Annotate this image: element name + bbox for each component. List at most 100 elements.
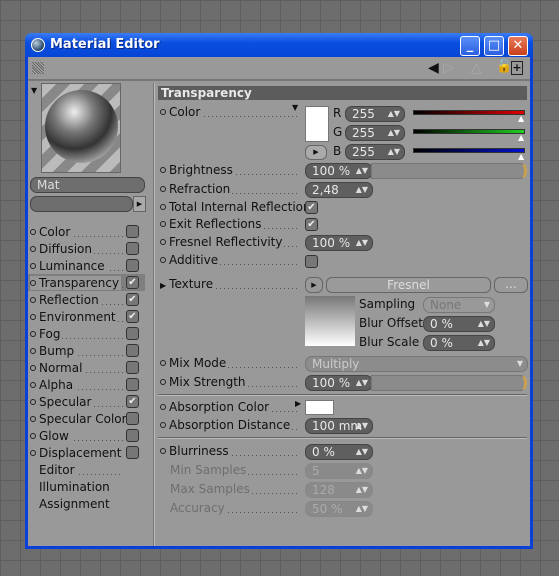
spinner-arrows-icon[interactable]: ▲▼ (388, 107, 400, 121)
channel-item-normal[interactable]: Normal (28, 359, 145, 376)
sampling-dropdown[interactable]: None ▼ (423, 297, 495, 313)
expand-arrow-icon[interactable]: ▶ (133, 196, 146, 212)
animation-dot-icon[interactable] (30, 382, 36, 388)
animation-dot-icon[interactable] (160, 109, 166, 115)
up-arrow-icon[interactable]: △ (471, 60, 482, 76)
animation-dot-icon[interactable] (30, 433, 36, 439)
exit-reflections-checkbox[interactable]: ✔ (305, 218, 318, 231)
channel-checkbox[interactable] (126, 412, 139, 425)
animation-dot-icon[interactable] (160, 221, 166, 227)
spinner-arrows-icon[interactable]: ▲▼ (356, 236, 368, 250)
shader-button[interactable]: Fresnel (326, 277, 491, 293)
spinner-arrows-icon[interactable]: ▲▼ (356, 183, 368, 197)
absorption-color-expand-icon[interactable]: ▶ (295, 399, 301, 408)
channel-item-color[interactable]: Color (28, 223, 145, 240)
mix-mode-dropdown[interactable]: Multiply ▼ (305, 356, 528, 372)
tab-illumination[interactable]: Illumination (39, 480, 139, 494)
spinner-arrows-icon[interactable]: ▲▼ (388, 126, 400, 140)
animation-dot-icon[interactable] (30, 416, 36, 422)
tab-editor[interactable]: Editor (39, 463, 123, 477)
b-slider[interactable] (413, 148, 525, 153)
animation-dot-icon[interactable] (160, 379, 166, 385)
animation-dot-icon[interactable] (30, 314, 36, 320)
fresnel-reflectivity-field[interactable]: 100 % ▲▼ (305, 235, 373, 251)
r-slider[interactable] (413, 110, 525, 115)
g-slider-handle-icon[interactable]: ▲ (518, 133, 524, 142)
material-preview[interactable] (41, 83, 121, 173)
animation-dot-icon[interactable] (160, 257, 166, 263)
channel-item-displacement[interactable]: Displacement (28, 444, 145, 461)
b-slider-handle-icon[interactable]: ▲ (518, 152, 524, 161)
brightness-field[interactable]: 100 % ▲▼ (305, 163, 373, 179)
channel-checkbox[interactable]: ✔ (126, 395, 139, 408)
brightness-slider[interactable] (371, 163, 527, 179)
animation-dot-icon[interactable] (30, 229, 36, 235)
unlock-icon[interactable]: 🔓 (496, 59, 512, 74)
spinner-arrows-icon[interactable]: ▲▼ (356, 464, 368, 478)
animation-dot-icon[interactable] (160, 360, 166, 366)
absorption-distance-field[interactable]: 100 mm ▲▼ (305, 418, 373, 434)
total-internal-reflection-checkbox[interactable]: ✔ (305, 201, 318, 214)
channel-item-bump[interactable]: Bump (28, 342, 145, 359)
texture-expand-icon[interactable]: ▶ (160, 281, 166, 290)
spinner-arrows-icon[interactable]: ▲▼ (356, 483, 368, 497)
title-bar[interactable]: Material Editor _ □ ✕ (25, 33, 533, 57)
channel-item-alpha[interactable]: Alpha (28, 376, 145, 393)
channel-item-transparency[interactable]: Transparency ✔ (28, 274, 145, 291)
channel-checkbox[interactable]: ✔ (126, 276, 139, 289)
spinner-arrows-icon[interactable]: ▲▼ (478, 336, 490, 350)
animation-dot-icon[interactable] (160, 186, 166, 192)
animation-dot-icon[interactable] (30, 365, 36, 371)
channel-checkbox[interactable] (126, 242, 139, 255)
maximize-button[interactable]: □ (484, 36, 504, 56)
animation-dot-icon[interactable] (30, 297, 36, 303)
texture-menu-button[interactable]: ▶ (305, 277, 323, 293)
additive-checkbox[interactable] (305, 255, 318, 268)
channel-item-reflection[interactable]: Reflection ✔ (28, 291, 145, 308)
mix-strength-slider[interactable] (371, 375, 527, 391)
refraction-field[interactable]: 2,48 ▲▼ (305, 182, 373, 198)
animation-dot-icon[interactable] (30, 263, 36, 269)
animation-dot-icon[interactable] (160, 239, 166, 245)
spinner-arrows-icon[interactable]: ▲▼ (356, 164, 368, 178)
spinner-arrows-icon[interactable]: ▲▼ (478, 317, 490, 331)
animation-dot-icon[interactable] (160, 167, 166, 173)
r-value-field[interactable]: 255 ▲▼ (345, 106, 405, 122)
spinner-arrows-icon[interactable]: ▲▼ (356, 502, 368, 516)
channel-checkbox[interactable]: ✔ (126, 293, 139, 306)
animation-dot-icon[interactable] (160, 422, 166, 428)
minimize-button[interactable]: _ (460, 36, 480, 56)
grip-icon[interactable] (32, 62, 44, 74)
channel-checkbox[interactable] (126, 259, 139, 272)
r-slider-handle-icon[interactable]: ▲ (518, 114, 524, 123)
mix-strength-field[interactable]: 100 % ▲▼ (305, 375, 373, 391)
tab-assignment[interactable]: Assignment (39, 497, 139, 511)
animation-dot-icon[interactable] (30, 450, 36, 456)
close-button[interactable]: ✕ (508, 36, 528, 56)
absorption-color-swatch[interactable] (305, 400, 334, 415)
animation-dot-icon[interactable] (30, 331, 36, 337)
animation-dot-icon[interactable] (30, 348, 36, 354)
channel-item-glow[interactable]: Glow (28, 427, 145, 444)
color-expand-button[interactable]: ▶ (305, 145, 327, 160)
animation-dot-icon[interactable] (30, 399, 36, 405)
channel-checkbox[interactable] (126, 378, 139, 391)
spinner-arrows-icon[interactable]: ▲▼ (356, 445, 368, 459)
channel-checkbox[interactable]: ✔ (126, 310, 139, 323)
animation-dot-icon[interactable] (30, 246, 36, 252)
channel-item-specular[interactable]: Specular ✔ (28, 393, 145, 410)
channel-checkbox[interactable] (126, 344, 139, 357)
back-arrow-icon[interactable]: ◀ (428, 60, 439, 76)
animation-dot-icon[interactable] (160, 448, 166, 454)
color-swatch[interactable] (305, 106, 329, 142)
channel-checkbox[interactable] (126, 446, 139, 459)
channel-checkbox[interactable] (126, 429, 139, 442)
new-window-icon[interactable]: + (511, 61, 523, 75)
g-slider[interactable] (413, 129, 525, 134)
spinner-arrows-icon[interactable]: ▲▼ (388, 145, 400, 159)
g-value-field[interactable]: 255 ▲▼ (345, 125, 405, 141)
animation-dot-icon[interactable] (160, 204, 166, 210)
b-value-field[interactable]: 255 ▲▼ (345, 144, 405, 160)
channel-checkbox[interactable] (126, 327, 139, 340)
color-menu-arrow-icon[interactable]: ▼ (292, 103, 298, 112)
